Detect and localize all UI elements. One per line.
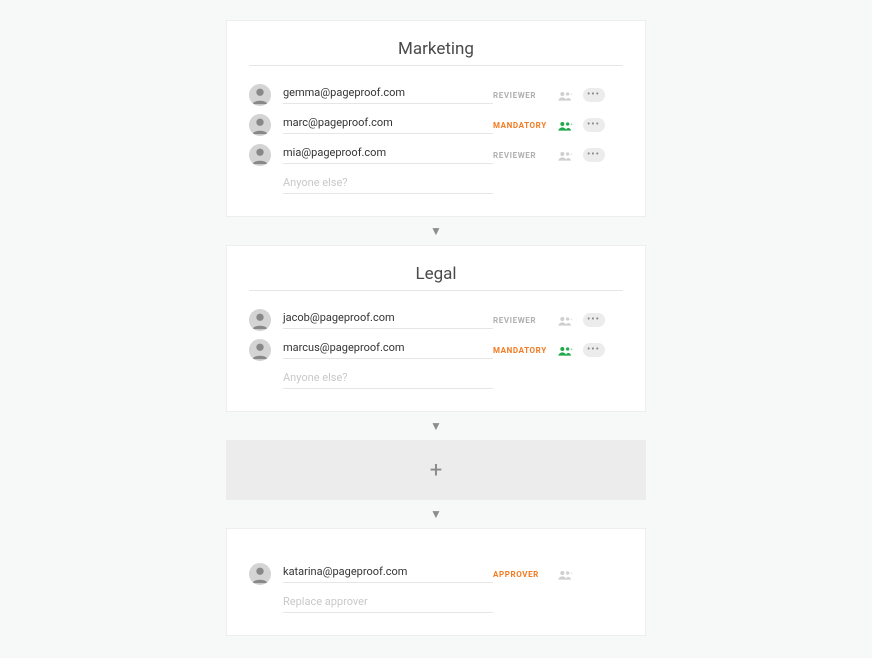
member-row: marcus@pageproof.com MANDATORY + •••: [249, 335, 623, 365]
add-member-placeholder: Anyone else?: [283, 176, 493, 189]
avatar: [249, 309, 271, 331]
group-icon[interactable]: +: [553, 116, 577, 135]
avatar: [249, 114, 271, 136]
group-icon[interactable]: +: [553, 341, 577, 360]
chevron-down-icon: ▼: [226, 500, 646, 528]
role-toggle[interactable]: REVIEWER: [493, 91, 553, 100]
member-row: gemma@pageproof.com REVIEWER + •••: [249, 80, 623, 110]
more-button[interactable]: •••: [583, 88, 605, 102]
chevron-down-icon: ▼: [226, 412, 646, 440]
member-email: katarina@pageproof.com: [283, 565, 493, 578]
role-toggle[interactable]: REVIEWER: [493, 151, 553, 160]
more-button[interactable]: •••: [583, 313, 605, 327]
email-field[interactable]: jacob@pageproof.com: [283, 311, 493, 329]
add-step-button[interactable]: +: [226, 440, 646, 500]
replace-approver-placeholder: Replace approver: [283, 595, 493, 608]
svg-text:+: +: [570, 151, 573, 156]
add-member-input[interactable]: Anyone else?: [249, 371, 493, 389]
divider: [249, 290, 623, 291]
chevron-down-icon: ▼: [226, 217, 646, 245]
member-email: gemma@pageproof.com: [283, 86, 493, 99]
ellipsis-icon: •••: [587, 90, 600, 100]
ellipsis-icon: •••: [587, 345, 600, 355]
more-button[interactable]: •••: [583, 343, 605, 357]
email-field[interactable]: katarina@pageproof.com: [283, 565, 493, 583]
member-email: jacob@pageproof.com: [283, 311, 493, 324]
email-field[interactable]: marc@pageproof.com: [283, 116, 493, 134]
workflow-step-approver: katarina@pageproof.com APPROVER + Replac…: [226, 528, 646, 636]
avatar: [249, 563, 271, 585]
avatar: [249, 84, 271, 106]
divider: [249, 65, 623, 66]
role-toggle[interactable]: MANDATORY: [493, 121, 553, 130]
group-icon[interactable]: +: [553, 146, 577, 165]
workflow-step-legal: Legal jacob@pageproof.com REVIEWER + •••…: [226, 245, 646, 412]
more-button[interactable]: •••: [583, 118, 605, 132]
role-toggle[interactable]: MANDATORY: [493, 346, 553, 355]
avatar: [249, 144, 271, 166]
svg-text:+: +: [570, 570, 573, 575]
ellipsis-icon: •••: [587, 150, 600, 160]
member-email: marc@pageproof.com: [283, 116, 493, 129]
add-member-input[interactable]: Anyone else?: [249, 176, 493, 194]
member-email: mia@pageproof.com: [283, 146, 493, 159]
email-field[interactable]: marcus@pageproof.com: [283, 341, 493, 359]
email-field[interactable]: mia@pageproof.com: [283, 146, 493, 164]
avatar: [249, 339, 271, 361]
member-row: jacob@pageproof.com REVIEWER + •••: [249, 305, 623, 335]
more-button[interactable]: •••: [583, 148, 605, 162]
group-icon[interactable]: +: [553, 311, 577, 330]
group-icon[interactable]: +: [553, 565, 577, 584]
member-email: marcus@pageproof.com: [283, 341, 493, 354]
step-title: Legal: [249, 264, 623, 284]
group-icon[interactable]: +: [553, 86, 577, 105]
svg-text:+: +: [570, 316, 573, 321]
svg-text:+: +: [570, 91, 573, 96]
member-row: katarina@pageproof.com APPROVER +: [249, 559, 623, 589]
svg-text:+: +: [570, 346, 573, 351]
ellipsis-icon: •••: [587, 120, 600, 130]
step-title: Marketing: [249, 39, 623, 59]
workflow-step-marketing: Marketing gemma@pageproof.com REVIEWER +…: [226, 20, 646, 217]
plus-icon: +: [430, 458, 442, 483]
ellipsis-icon: •••: [587, 315, 600, 325]
member-row: mia@pageproof.com REVIEWER + •••: [249, 140, 623, 170]
member-row: marc@pageproof.com MANDATORY + •••: [249, 110, 623, 140]
svg-text:+: +: [570, 121, 573, 126]
email-field[interactable]: gemma@pageproof.com: [283, 86, 493, 104]
replace-approver-input[interactable]: Replace approver: [249, 595, 493, 613]
add-member-placeholder: Anyone else?: [283, 371, 493, 384]
role-label: APPROVER: [493, 570, 553, 579]
role-toggle[interactable]: REVIEWER: [493, 316, 553, 325]
